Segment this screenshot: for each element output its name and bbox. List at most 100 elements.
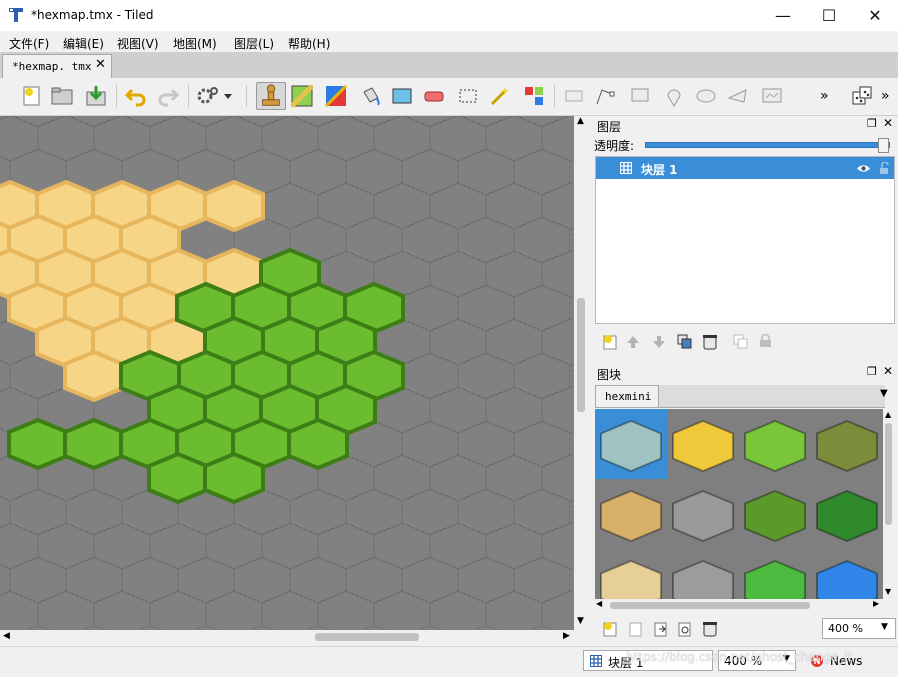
empty-hex-cell[interactable] — [485, 250, 543, 298]
empty-hex-cell[interactable] — [0, 590, 39, 630]
tile-deep-water[interactable] — [816, 559, 878, 599]
empty-hex-cell[interactable] — [205, 590, 263, 630]
toolbar-overflow-icon[interactable]: » — [881, 88, 890, 104]
eraser-icon[interactable] — [422, 84, 446, 108]
empty-hex-cell[interactable] — [513, 216, 571, 264]
scroll-right-arrow-icon[interactable]: ▶ — [873, 599, 879, 608]
grass-hex-tile[interactable] — [147, 451, 209, 505]
empty-hex-cell[interactable] — [457, 488, 515, 536]
minimize-button[interactable]: — — [760, 0, 806, 31]
tileset-menu-chevron-icon[interactable]: ▼ — [880, 388, 888, 399]
empty-hex-cell[interactable] — [121, 116, 179, 128]
lock-layer-icon[interactable] — [759, 334, 772, 348]
wang-brush-icon[interactable] — [324, 84, 348, 108]
lock-icon[interactable] — [879, 162, 891, 175]
empty-hex-cell[interactable] — [401, 216, 459, 264]
duplicate-layer-icon[interactable] — [677, 334, 692, 349]
chevron-down-icon[interactable] — [222, 84, 234, 108]
edit-polygons-icon[interactable] — [594, 84, 618, 108]
empty-hex-cell[interactable] — [513, 116, 571, 128]
empty-hex-cell[interactable] — [541, 250, 574, 298]
empty-hex-cell[interactable] — [457, 148, 515, 196]
menu-map[interactable]: 地图(M) — [173, 35, 217, 52]
empty-hex-cell[interactable] — [513, 148, 571, 196]
insert-polygon-icon[interactable] — [726, 84, 750, 108]
menu-file[interactable]: 文件(F) — [9, 35, 49, 52]
empty-hex-cell[interactable] — [37, 522, 95, 570]
empty-hex-cell[interactable] — [373, 116, 431, 162]
undo-icon[interactable] — [124, 84, 148, 108]
empty-hex-cell[interactable] — [0, 353, 11, 399]
insert-ellipse-icon[interactable] — [694, 84, 718, 108]
empty-hex-cell[interactable] — [65, 488, 123, 536]
empty-hex-cell[interactable] — [205, 522, 263, 570]
edit-tileset-icon[interactable] — [677, 621, 692, 637]
empty-hex-cell[interactable] — [485, 182, 543, 230]
export-tileset-icon[interactable] — [653, 621, 668, 637]
select-objects-icon[interactable] — [562, 84, 586, 108]
menu-edit[interactable]: 编辑(E) — [63, 35, 104, 52]
empty-hex-cell[interactable] — [345, 216, 403, 264]
empty-hex-cell[interactable] — [149, 116, 207, 162]
empty-hex-cell[interactable] — [289, 148, 347, 196]
empty-hex-cell[interactable] — [429, 386, 487, 434]
tile-dark-forest[interactable] — [816, 489, 878, 543]
random-mode-dice-icon[interactable] — [850, 84, 874, 108]
empty-hex-cell[interactable] — [485, 386, 543, 434]
merge-layer-icon[interactable] — [733, 334, 748, 349]
opacity-slider[interactable] — [645, 138, 890, 153]
insert-point-icon[interactable] — [662, 84, 686, 108]
lower-layer-icon[interactable] — [652, 335, 666, 349]
empty-hex-cell[interactable] — [373, 590, 431, 630]
tile-grass-hill[interactable] — [744, 489, 806, 543]
empty-hex-cell[interactable] — [485, 454, 543, 502]
empty-hex-cell[interactable] — [345, 488, 403, 536]
empty-hex-cell[interactable] — [541, 522, 574, 570]
empty-hex-cell[interactable] — [429, 590, 487, 630]
empty-hex-cell[interactable] — [401, 420, 459, 468]
close-panel-icon[interactable]: ✕ — [883, 364, 893, 378]
stamp-brush-icon[interactable] — [256, 82, 286, 110]
bucket-fill-icon[interactable] — [358, 84, 382, 108]
open-file-icon[interactable] — [50, 84, 74, 108]
empty-hex-cell[interactable] — [457, 116, 515, 128]
scroll-left-arrow-icon[interactable]: ◀ — [596, 599, 602, 608]
empty-hex-cell[interactable] — [177, 556, 235, 604]
empty-hex-cell[interactable] — [261, 522, 319, 570]
empty-hex-cell[interactable] — [9, 556, 67, 604]
empty-hex-cell[interactable] — [261, 590, 319, 630]
empty-hex-cell[interactable] — [541, 182, 574, 230]
empty-hex-cell[interactable] — [541, 454, 574, 502]
tile-snow-mountain[interactable] — [600, 559, 662, 599]
empty-hex-cell[interactable] — [513, 488, 571, 536]
empty-hex-cell[interactable] — [513, 420, 571, 468]
tile-grass[interactable] — [744, 419, 806, 473]
empty-hex-cell[interactable] — [401, 148, 459, 196]
menu-view[interactable]: 视图(V) — [117, 35, 159, 52]
empty-hex-cell[interactable] — [0, 116, 39, 162]
empty-hex-cell[interactable] — [485, 318, 543, 366]
empty-hex-cell[interactable] — [513, 352, 571, 400]
empty-hex-cell[interactable] — [401, 116, 459, 128]
map-canvas[interactable] — [0, 116, 574, 630]
map-vertical-scrollbar[interactable]: ▲ ▼ — [574, 116, 588, 630]
layer-row[interactable]: 块层 1 — [596, 157, 894, 179]
scroll-up-arrow-icon[interactable]: ▲ — [577, 116, 584, 126]
scroll-down-arrow-icon[interactable]: ▼ — [577, 616, 584, 626]
horizontal-scroll-thumb[interactable] — [315, 633, 419, 641]
rectangular-select-icon[interactable] — [456, 84, 480, 108]
sand-hex-tile[interactable] — [63, 349, 125, 403]
scroll-up-arrow-icon[interactable]: ▲ — [885, 410, 891, 419]
empty-hex-cell[interactable] — [0, 557, 11, 603]
empty-hex-cell[interactable] — [93, 590, 151, 630]
remove-tileset-icon[interactable] — [702, 620, 718, 637]
select-same-tile-icon[interactable] — [522, 84, 546, 108]
empty-hex-cell[interactable] — [65, 116, 123, 128]
redo-icon[interactable] — [156, 84, 180, 108]
empty-hex-cell[interactable] — [429, 116, 487, 162]
commands-gear-icon[interactable] — [196, 84, 220, 108]
empty-hex-cell[interactable] — [457, 556, 515, 604]
empty-hex-cell[interactable] — [513, 284, 571, 332]
empty-hex-cell[interactable] — [485, 116, 543, 162]
empty-hex-cell[interactable] — [457, 420, 515, 468]
